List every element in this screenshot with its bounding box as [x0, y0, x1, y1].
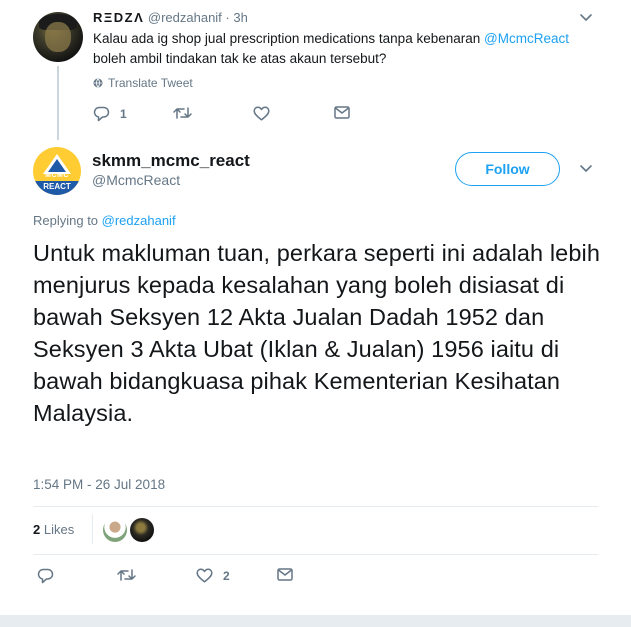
retweet-icon	[117, 569, 136, 581]
envelope-icon	[277, 568, 293, 581]
parent-display-name[interactable]: RΞDZΛ	[93, 10, 144, 25]
translate-label: Translate Tweet	[108, 76, 193, 90]
retweet-icon	[173, 107, 192, 119]
parent-reply-button[interactable]: 1	[93, 106, 127, 122]
reply-icon	[37, 568, 54, 584]
heart-icon	[196, 568, 213, 583]
main-tweet-text: Untuk makluman tuan, perkara seperti ini…	[33, 240, 601, 426]
thread-connector-line	[57, 66, 59, 140]
translate-tweet-link[interactable]: Translate Tweet	[93, 76, 193, 90]
chevron-down-icon[interactable]	[579, 164, 593, 174]
header-separator: ·	[225, 10, 230, 25]
divider-top-stats	[33, 506, 598, 507]
main-display-name[interactable]: skmm_mcmc_react	[92, 151, 250, 171]
avatar-face-shape	[45, 22, 71, 52]
parent-timestamp[interactable]: 3h	[233, 10, 247, 25]
parent-dm-button[interactable]	[334, 106, 350, 119]
replying-mention-link[interactable]: @redzahanif	[102, 213, 176, 228]
parent-reply-count: 1	[120, 107, 127, 121]
avatar-brand-top: MCMC	[45, 172, 69, 179]
follow-button[interactable]: Follow	[455, 152, 560, 186]
parent-tweet[interactable]: RΞDZΛ @redzahanif · 3h Kalau ada ig shop…	[0, 0, 631, 140]
liker-avatar[interactable]	[103, 518, 127, 542]
bottom-separator-bar	[0, 615, 631, 627]
chevron-down-icon[interactable]	[579, 13, 593, 23]
parent-like-button[interactable]	[253, 106, 280, 121]
divider-bottom-stats	[33, 554, 598, 555]
parent-avatar[interactable]	[33, 12, 83, 62]
replying-label: Replying to	[33, 213, 102, 228]
parent-action-bar: 1	[93, 106, 373, 124]
main-action-bar: 2	[33, 568, 333, 588]
main-retweet-button[interactable]	[117, 568, 146, 582]
liker-avatar[interactable]	[130, 518, 154, 542]
replying-to: Replying to @redzahanif	[33, 213, 176, 228]
main-handle[interactable]: @McmcReact	[92, 172, 180, 188]
main-dm-button[interactable]	[277, 568, 293, 581]
main-like-count: 2	[223, 568, 230, 583]
avatar-brand-bottom: REACT	[33, 181, 81, 195]
parent-text-part-1: Kalau ada ig shop jual prescription medi…	[93, 31, 485, 46]
parent-tweet-header: RΞDZΛ @redzahanif · 3h	[93, 10, 248, 26]
parent-handle[interactable]: @redzahanif	[148, 10, 222, 25]
globe-icon	[93, 78, 103, 88]
envelope-icon	[334, 106, 350, 119]
main-avatar[interactable]: MCMC REACT	[33, 147, 81, 195]
likes-separator	[92, 514, 93, 544]
reply-icon	[93, 106, 110, 122]
main-timestamp[interactable]: 1:54 PM - 26 Jul 2018	[33, 477, 165, 492]
likes-stat[interactable]: 2 Likes	[33, 522, 74, 537]
likes-label: Likes	[40, 522, 75, 537]
mention-link[interactable]: @McmcReact	[484, 31, 569, 46]
heart-icon	[253, 106, 270, 121]
main-like-button[interactable]: 2	[196, 568, 230, 583]
parent-text-part-2: boleh ambil tindakan tak ke atas akaun t…	[93, 51, 387, 66]
parent-retweet-button[interactable]	[173, 106, 202, 120]
parent-tweet-text: Kalau ada ig shop jual prescription medi…	[93, 29, 603, 69]
main-reply-button[interactable]	[37, 568, 64, 584]
